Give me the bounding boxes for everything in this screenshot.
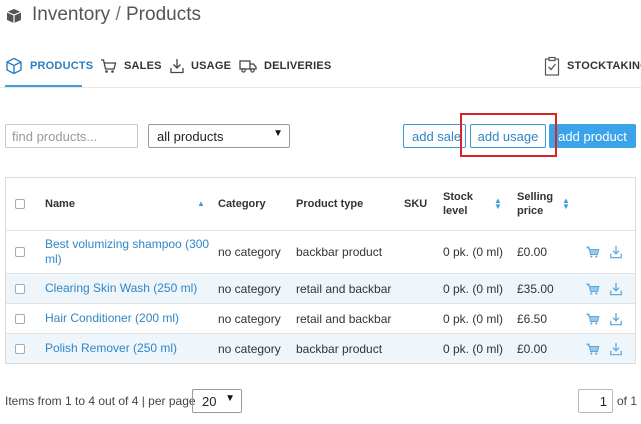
column-header-name[interactable]: Name: [45, 178, 75, 230]
cart-icon: [101, 59, 117, 73]
row-checkbox[interactable]: [15, 283, 25, 294]
search-input[interactable]: [5, 124, 138, 148]
page-number-input[interactable]: [578, 389, 613, 413]
tab-sales-label: SALES: [124, 60, 162, 72]
column-header-stock-level[interactable]: Stock level: [443, 178, 473, 230]
sort-stock-icon[interactable]: ▲ ▼: [494, 178, 502, 230]
column-header-product-type: Product type: [296, 198, 364, 210]
sort-price-icon[interactable]: ▲ ▼: [562, 178, 570, 230]
product-name-link[interactable]: Clearing Skin Wash (250 ml): [45, 281, 197, 296]
row-checkbox[interactable]: [15, 343, 25, 354]
product-type: backbar product: [296, 341, 383, 356]
highlight-box: [460, 113, 557, 157]
add-sale-label: add sale: [412, 128, 462, 144]
stock-level: 0 pk. (0 ml): [443, 281, 504, 296]
product-type: retail and backbar: [296, 281, 392, 296]
product-category: no category: [218, 341, 281, 356]
download-icon[interactable]: [609, 342, 623, 356]
product-type: backbar product: [296, 245, 383, 259]
product-filter-value: all products: [157, 129, 224, 144]
tab-products[interactable]: PRODUCTS: [5, 56, 93, 76]
per-page-select[interactable]: 20 ▼: [192, 389, 242, 413]
table-row: Polish Remover (250 ml) no category back…: [6, 333, 635, 363]
product-name-link[interactable]: Best volumizing shampoo (300 ml): [45, 237, 210, 267]
cube-icon: [6, 57, 22, 75]
tab-products-label: PRODUCTS: [30, 60, 94, 72]
page-count-label: of 1: [617, 394, 638, 408]
breadcrumb-section[interactable]: Inventory: [32, 4, 110, 25]
add-product-button[interactable]: add product: [549, 124, 636, 148]
cart-icon[interactable]: [586, 312, 600, 326]
product-filter-select[interactable]: all products ▼: [148, 124, 290, 148]
row-checkbox[interactable]: [15, 247, 25, 257]
stock-level: 0 pk. (0 ml): [443, 245, 504, 259]
product-category: no category: [218, 311, 281, 326]
tab-deliveries[interactable]: DELIVERIES: [239, 56, 331, 76]
sort-asc-icon[interactable]: ▲: [197, 178, 205, 230]
add-product-label: add product: [558, 128, 627, 144]
cart-icon[interactable]: [586, 282, 600, 296]
cart-icon[interactable]: [586, 245, 600, 259]
product-category: no category: [218, 245, 281, 259]
chevron-down-icon: ▼: [273, 128, 283, 139]
tab-usage-label: USAGE: [191, 60, 232, 72]
page-title: Inventory / Products: [32, 4, 201, 26]
select-all-checkbox[interactable]: [15, 199, 25, 209]
products-table: Name ▲ Category Product type SKU Stock le…: [5, 177, 636, 364]
product-name-link[interactable]: Polish Remover (250 ml): [45, 341, 177, 356]
stock-level: 0 pk. (0 ml): [443, 311, 504, 326]
add-sale-button[interactable]: add sale: [403, 124, 466, 148]
breadcrumb-separator: /: [115, 4, 121, 25]
selling-price: £0.00: [517, 245, 548, 259]
table-row: Clearing Skin Wash (250 ml) no category …: [6, 273, 635, 303]
table-row: Hair Conditioner (200 ml) no category re…: [6, 303, 635, 333]
row-checkbox[interactable]: [15, 313, 25, 324]
download-icon[interactable]: [609, 245, 623, 259]
product-type: retail and backbar: [296, 311, 392, 326]
selling-price: £6.50: [517, 311, 548, 326]
selling-price: £0.00: [517, 341, 548, 356]
tab-deliveries-label: DELIVERIES: [264, 60, 332, 72]
column-header-sku: SKU: [404, 198, 428, 210]
chevron-down-icon: ▼: [225, 393, 235, 404]
breadcrumb-page: Products: [126, 4, 201, 25]
column-header-selling-price[interactable]: Selling price: [517, 178, 553, 230]
clipboard-icon: [544, 56, 560, 76]
column-header-category: Category: [218, 198, 266, 210]
cart-icon[interactable]: [586, 342, 600, 356]
tab-sales[interactable]: SALES: [100, 56, 162, 76]
product-category: no category: [218, 281, 281, 296]
per-page-value: 20: [202, 394, 217, 409]
product-name-link[interactable]: Hair Conditioner (200 ml): [45, 311, 179, 326]
download-icon[interactable]: [609, 312, 623, 326]
truck-icon: [239, 60, 257, 73]
table-row: Best volumizing shampoo (300 ml) no cate…: [6, 230, 635, 273]
download-icon: [170, 59, 184, 74]
tab-stocktaking[interactable]: STOCKTAKING: [544, 56, 641, 76]
download-icon[interactable]: [609, 282, 623, 296]
pagination-summary: Items from 1 to 4 out of 4 | per page: [5, 394, 196, 408]
tab-divider: [0, 87, 641, 88]
tab-usage[interactable]: USAGE: [170, 56, 231, 76]
stock-level: 0 pk. (0 ml): [443, 341, 504, 356]
box-icon: [6, 8, 22, 24]
selling-price: £35.00: [517, 281, 554, 296]
table-header-row: Name ▲ Category Product type SKU Stock le…: [6, 178, 635, 230]
tab-stocktaking-label: STOCKTAKING: [567, 60, 641, 72]
